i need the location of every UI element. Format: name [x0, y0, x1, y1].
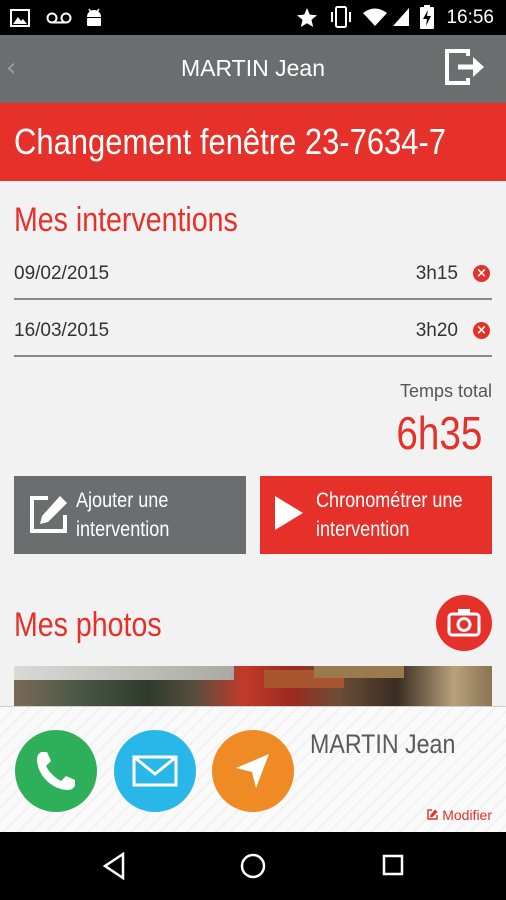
camera-icon: [447, 609, 481, 637]
intervention-row[interactable]: 09/02/2015 3h15 ×: [14, 243, 492, 300]
email-button[interactable]: [114, 730, 196, 812]
system-nav-bar: [0, 832, 506, 900]
intervention-row[interactable]: 16/03/2015 3h20 ×: [14, 300, 492, 357]
interventions-title: Mes interventions: [14, 201, 238, 239]
status-time: 16:56: [446, 7, 494, 28]
photo-detail: [314, 666, 404, 678]
phone-icon: [37, 752, 75, 790]
app-title: MARTIN Jean: [180, 55, 325, 81]
recents-nav-icon[interactable]: [382, 854, 404, 876]
battery-charging-icon: [420, 5, 434, 29]
add-intervention-label: Ajouter une intervention: [76, 489, 170, 541]
intervention-duration: 3h20: [415, 320, 458, 341]
intervention-date: 09/02/2015: [14, 263, 110, 284]
mail-icon: [132, 755, 178, 787]
image-icon: [10, 9, 30, 27]
app-bar: ‹ MARTIN Jean: [0, 35, 506, 103]
project-banner: Changement fenêtre 23-7634-7: [0, 103, 506, 181]
photos-title: Mes photos: [14, 606, 162, 644]
intervention-duration: 3h15: [415, 263, 458, 284]
signal-icon: [393, 8, 409, 26]
project-title: Changement fenêtre 23-7634-7: [14, 121, 447, 162]
time-intervention-label: Chronométrer une intervention: [316, 489, 463, 541]
call-button[interactable]: [15, 730, 97, 812]
intervention-date: 16/03/2015: [14, 320, 110, 341]
vibrate-icon: [331, 6, 351, 28]
modify-label: Modifier: [442, 807, 492, 823]
logout-icon[interactable]: [444, 48, 486, 86]
photo-thumbnail[interactable]: [14, 666, 492, 706]
star-icon: [297, 8, 317, 27]
back-nav-icon[interactable]: [102, 852, 126, 880]
status-bar: 16:56: [0, 0, 506, 35]
play-icon: [275, 496, 303, 530]
photo-sky: [14, 666, 234, 680]
camera-button[interactable]: [436, 595, 492, 651]
navigate-button[interactable]: [212, 730, 294, 812]
home-nav-icon[interactable]: [240, 853, 266, 879]
time-intervention-button[interactable]: Chronométrer une intervention: [260, 476, 492, 554]
delete-icon[interactable]: ×: [473, 322, 490, 339]
edit-icon: [30, 496, 67, 533]
voicemail-icon: [46, 12, 72, 24]
contact-bar: MARTIN Jean Modifier: [0, 706, 506, 832]
main-content: Mes interventions 09/02/2015 3h15 × 16/0…: [0, 181, 506, 706]
contact-name: MARTIN Jean: [310, 729, 456, 759]
add-intervention-button[interactable]: Ajouter une intervention: [14, 476, 246, 554]
total-time-value: 6h35: [396, 407, 482, 459]
total-time-label: Temps total: [399, 381, 492, 401]
modify-link[interactable]: Modifier: [427, 807, 492, 823]
navigation-icon: [236, 754, 269, 788]
edit-icon: [427, 809, 439, 820]
wifi-icon: [363, 8, 387, 26]
delete-icon[interactable]: ×: [473, 265, 490, 282]
android-icon: [87, 8, 101, 26]
